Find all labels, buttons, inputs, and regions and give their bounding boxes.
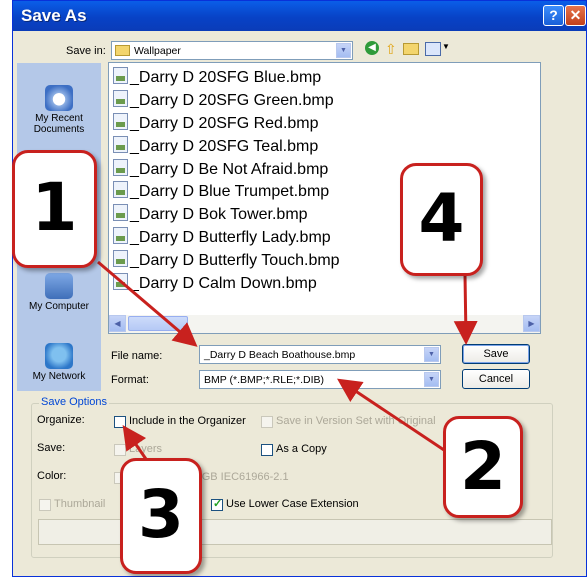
callout-1: 1	[12, 150, 97, 268]
arrow-4	[453, 274, 478, 345]
callout-4: 4	[400, 163, 483, 276]
arrow-1	[97, 260, 198, 347]
arrow-2	[337, 378, 445, 452]
callout-2: 2	[443, 416, 523, 518]
callout-3: 3	[120, 458, 202, 574]
